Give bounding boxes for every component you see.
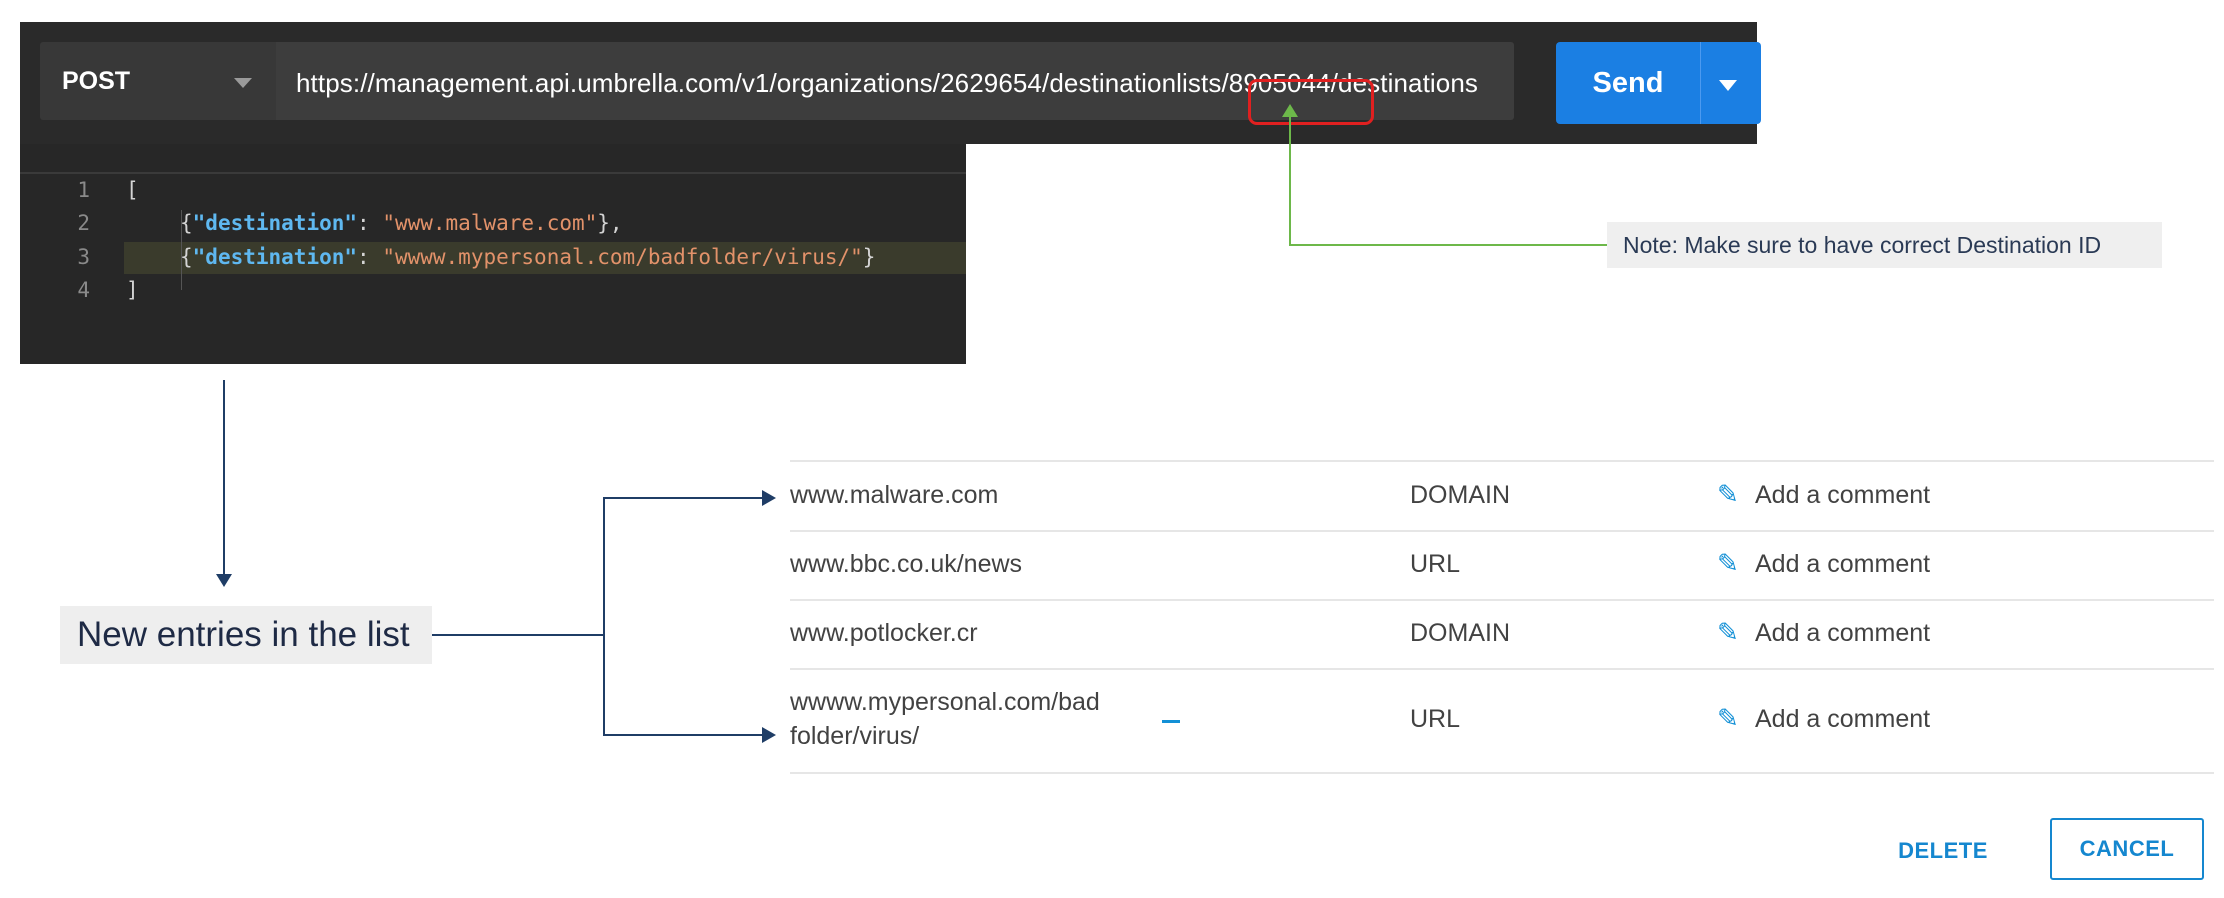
- code-line-3: {"destination": "wwww.mypersonal.com/bad…: [180, 245, 875, 269]
- table-row-destination: www.malware.com: [790, 481, 999, 509]
- connector-line: [603, 497, 763, 499]
- code-brace: {: [180, 245, 193, 269]
- add-comment-link[interactable]: Add a comment: [1755, 481, 1930, 510]
- method-label: POST: [62, 66, 131, 95]
- add-comment-link[interactable]: Add a comment: [1755, 705, 1930, 734]
- code-line-2: {"destination": "www.malware.com"},: [180, 211, 623, 235]
- connector-line: [432, 634, 604, 636]
- new-entries-label: New entries in the list: [60, 606, 432, 664]
- line-number: 4: [77, 278, 90, 302]
- table-row-destination-cont: folder/virus/: [790, 722, 920, 750]
- connector-line: [603, 497, 605, 736]
- send-button[interactable]: Send: [1556, 42, 1700, 124]
- line-number: 1: [77, 178, 90, 202]
- table-row-destination: wwww.mypersonal.com/bad: [790, 688, 1100, 716]
- callout-line: [1289, 112, 1291, 245]
- pencil-icon[interactable]: ✎: [1717, 548, 1739, 579]
- table-row-type: DOMAIN: [1410, 481, 1510, 509]
- connector-line: [223, 380, 225, 576]
- json-key: "destination": [192, 245, 358, 269]
- url-prefix: https://management.api.umbrella.com/v1/o…: [296, 68, 1222, 98]
- caret-down-icon: [1719, 80, 1737, 91]
- code-colon: :: [357, 245, 383, 269]
- edit-indicator: [1162, 720, 1180, 723]
- editor-divider: [20, 172, 966, 174]
- row-divider: [790, 530, 2214, 532]
- add-comment-link[interactable]: Add a comment: [1755, 550, 1930, 579]
- line-number: 3: [77, 245, 90, 269]
- request-bar: POST https://management.api.umbrella.com…: [20, 22, 1761, 144]
- code-colon: :: [357, 211, 383, 235]
- table-row-type: URL: [1410, 550, 1461, 578]
- code-brace: }: [862, 245, 876, 269]
- code-brace: {: [180, 211, 193, 235]
- code-line-1: [: [126, 178, 139, 202]
- pencil-icon[interactable]: ✎: [1717, 479, 1739, 510]
- callout-line: [1289, 244, 1607, 246]
- json-key: "destination": [192, 211, 358, 235]
- add-comment-link[interactable]: Add a comment: [1755, 619, 1930, 648]
- cancel-button[interactable]: CANCEL: [2050, 818, 2204, 880]
- arrow-right-icon: [762, 490, 776, 506]
- row-divider: [790, 599, 2214, 601]
- line-number: 2: [77, 211, 90, 235]
- json-value: "www.malware.com": [382, 211, 598, 235]
- arrow-up-icon: [1282, 104, 1298, 117]
- code-brace: },: [597, 211, 623, 235]
- arrow-down-icon: [216, 574, 232, 587]
- delete-button[interactable]: DELETE: [1880, 832, 2006, 870]
- code-line-4: ]: [126, 278, 139, 302]
- note-box: Note: Make sure to have correct Destinat…: [1607, 222, 2162, 268]
- table-row-destination: www.potlocker.cr: [790, 619, 978, 647]
- row-divider: [790, 772, 2214, 774]
- row-divider: [790, 668, 2214, 670]
- connector-line: [603, 734, 763, 736]
- pencil-icon[interactable]: ✎: [1717, 617, 1739, 648]
- json-value: "wwww.mypersonal.com/badfolder/virus/": [382, 245, 863, 269]
- table-row-type: DOMAIN: [1410, 619, 1510, 647]
- pencil-icon[interactable]: ✎: [1717, 703, 1739, 734]
- arrow-right-icon: [762, 727, 776, 743]
- table-row-destination: www.bbc.co.uk/news: [790, 550, 1023, 578]
- row-divider: [790, 460, 2214, 462]
- chevron-down-icon[interactable]: [234, 78, 252, 88]
- destination-id-highlight: [1248, 79, 1374, 125]
- table-row-type: URL: [1410, 705, 1461, 733]
